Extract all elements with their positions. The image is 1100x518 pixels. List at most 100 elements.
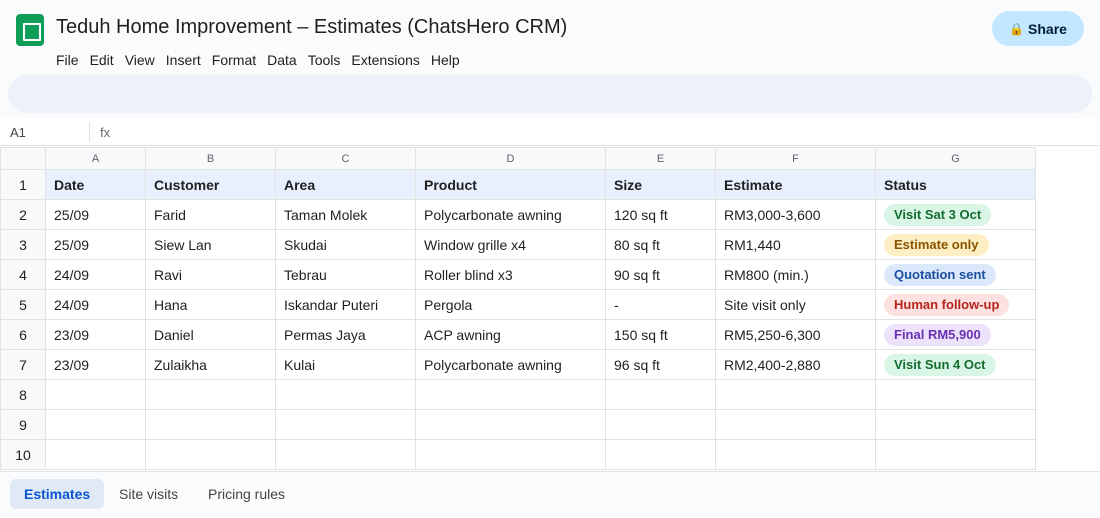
cell-customer[interactable]: Siew Lan	[145, 229, 276, 260]
header-cell-customer[interactable]: Customer	[145, 169, 276, 200]
header-cell-date[interactable]: Date	[45, 169, 146, 200]
sheet-tab-estimates[interactable]: Estimates	[10, 479, 105, 509]
empty-cell[interactable]	[605, 409, 716, 440]
cell-status[interactable]: Final RM5,900	[875, 319, 1036, 350]
header-cell-area[interactable]: Area	[275, 169, 416, 200]
empty-cell[interactable]	[1035, 349, 1052, 380]
empty-cell[interactable]	[1035, 319, 1052, 350]
column-header-g[interactable]: G	[875, 147, 1036, 170]
cell-area[interactable]: Taman Molek	[275, 199, 416, 230]
cell-status[interactable]: Visit Sun 4 Oct	[875, 349, 1036, 380]
cell-date[interactable]: 23/09	[45, 319, 146, 350]
cell-area[interactable]: Permas Jaya	[275, 319, 416, 350]
header-cell-status[interactable]: Status	[875, 169, 1036, 200]
cell-estimate[interactable]: RM5,250-6,300	[715, 319, 876, 350]
empty-cell[interactable]	[715, 379, 876, 410]
empty-cell[interactable]	[415, 409, 606, 440]
document-title[interactable]: Teduh Home Improvement – Estimates (Chat…	[56, 16, 567, 39]
cell-customer[interactable]: Zulaikha	[145, 349, 276, 380]
header-cell-estimate[interactable]: Estimate	[715, 169, 876, 200]
cell-customer[interactable]: Hana	[145, 289, 276, 320]
empty-cell[interactable]	[1035, 169, 1052, 200]
column-header-a[interactable]: A	[45, 147, 146, 170]
cell-date[interactable]: 23/09	[45, 349, 146, 380]
empty-cell[interactable]	[605, 439, 716, 470]
cell-date[interactable]: 24/09	[45, 289, 146, 320]
row-number[interactable]: 2	[0, 199, 46, 230]
row-number[interactable]: 9	[0, 409, 46, 440]
cell-estimate[interactable]: RM2,400-2,880	[715, 349, 876, 380]
empty-cell[interactable]	[45, 409, 146, 440]
sheets-logo-icon[interactable]	[16, 14, 44, 46]
header-cell-size[interactable]: Size	[605, 169, 716, 200]
name-box[interactable]: A1	[10, 125, 26, 140]
menu-help[interactable]: Help	[431, 52, 466, 68]
empty-cell[interactable]	[1035, 229, 1052, 260]
cell-customer[interactable]: Farid	[145, 199, 276, 230]
cell-status[interactable]: Human follow-up	[875, 289, 1036, 320]
sheet-tab-pricing-rules[interactable]: Pricing rules	[194, 479, 299, 509]
empty-cell[interactable]	[275, 439, 416, 470]
row-number[interactable]: 4	[0, 259, 46, 290]
menu-insert[interactable]: Insert	[166, 52, 207, 68]
column-header-b[interactable]: B	[145, 147, 276, 170]
cell-product[interactable]: Window grille x4	[415, 229, 606, 260]
column-header-e[interactable]: E	[605, 147, 716, 170]
row-number[interactable]: 6	[0, 319, 46, 350]
cell-customer[interactable]: Ravi	[145, 259, 276, 290]
empty-cell[interactable]	[1035, 289, 1052, 320]
cell-product[interactable]: Polycarbonate awning	[415, 349, 606, 380]
cell-size[interactable]: 120 sq ft	[605, 199, 716, 230]
empty-cell[interactable]	[145, 439, 276, 470]
row-number[interactable]: 10	[0, 439, 46, 470]
cell-area[interactable]: Iskandar Puteri	[275, 289, 416, 320]
cell-product[interactable]: Polycarbonate awning	[415, 199, 606, 230]
column-header-d[interactable]: D	[415, 147, 606, 170]
empty-cell[interactable]	[415, 379, 606, 410]
cell-area[interactable]: Kulai	[275, 349, 416, 380]
empty-cell[interactable]	[715, 409, 876, 440]
empty-cell[interactable]	[605, 379, 716, 410]
empty-cell[interactable]	[1035, 259, 1052, 290]
cell-size[interactable]: 150 sq ft	[605, 319, 716, 350]
column-header-c[interactable]: C	[275, 147, 416, 170]
cell-estimate[interactable]: RM800 (min.)	[715, 259, 876, 290]
empty-cell[interactable]	[1035, 199, 1052, 230]
select-all-corner[interactable]	[0, 147, 46, 170]
cell-customer[interactable]: Daniel	[145, 319, 276, 350]
menu-file[interactable]: File	[56, 52, 85, 68]
cell-size[interactable]: 80 sq ft	[605, 229, 716, 260]
empty-cell[interactable]	[875, 379, 1036, 410]
row-number[interactable]: 3	[0, 229, 46, 260]
menu-tools[interactable]: Tools	[308, 52, 347, 68]
menu-extensions[interactable]: Extensions	[351, 52, 425, 68]
cell-size[interactable]: -	[605, 289, 716, 320]
cell-product[interactable]: Pergola	[415, 289, 606, 320]
menu-view[interactable]: View	[125, 52, 161, 68]
cell-date[interactable]: 25/09	[45, 199, 146, 230]
cell-product[interactable]: Roller blind x3	[415, 259, 606, 290]
menu-edit[interactable]: Edit	[90, 52, 120, 68]
cell-product[interactable]: ACP awning	[415, 319, 606, 350]
column-header-f[interactable]: F	[715, 147, 876, 170]
cell-status[interactable]: Visit Sat 3 Oct	[875, 199, 1036, 230]
empty-cell[interactable]	[145, 409, 276, 440]
cell-status[interactable]: Estimate only	[875, 229, 1036, 260]
empty-cell[interactable]	[415, 439, 606, 470]
cell-area[interactable]: Tebrau	[275, 259, 416, 290]
header-cell-product[interactable]: Product	[415, 169, 606, 200]
empty-cell[interactable]	[275, 409, 416, 440]
empty-cell[interactable]	[45, 379, 146, 410]
menu-data[interactable]: Data	[267, 52, 303, 68]
row-number[interactable]: 1	[0, 169, 46, 200]
cell-date[interactable]: 24/09	[45, 259, 146, 290]
cell-status[interactable]: Quotation sent	[875, 259, 1036, 290]
empty-cell[interactable]	[875, 409, 1036, 440]
cell-estimate[interactable]: RM1,440	[715, 229, 876, 260]
row-number[interactable]: 8	[0, 379, 46, 410]
empty-cell[interactable]	[45, 439, 146, 470]
share-button[interactable]: 🔒 Share	[992, 11, 1084, 46]
empty-cell[interactable]	[1035, 379, 1052, 410]
cell-area[interactable]: Skudai	[275, 229, 416, 260]
cell-date[interactable]: 25/09	[45, 229, 146, 260]
